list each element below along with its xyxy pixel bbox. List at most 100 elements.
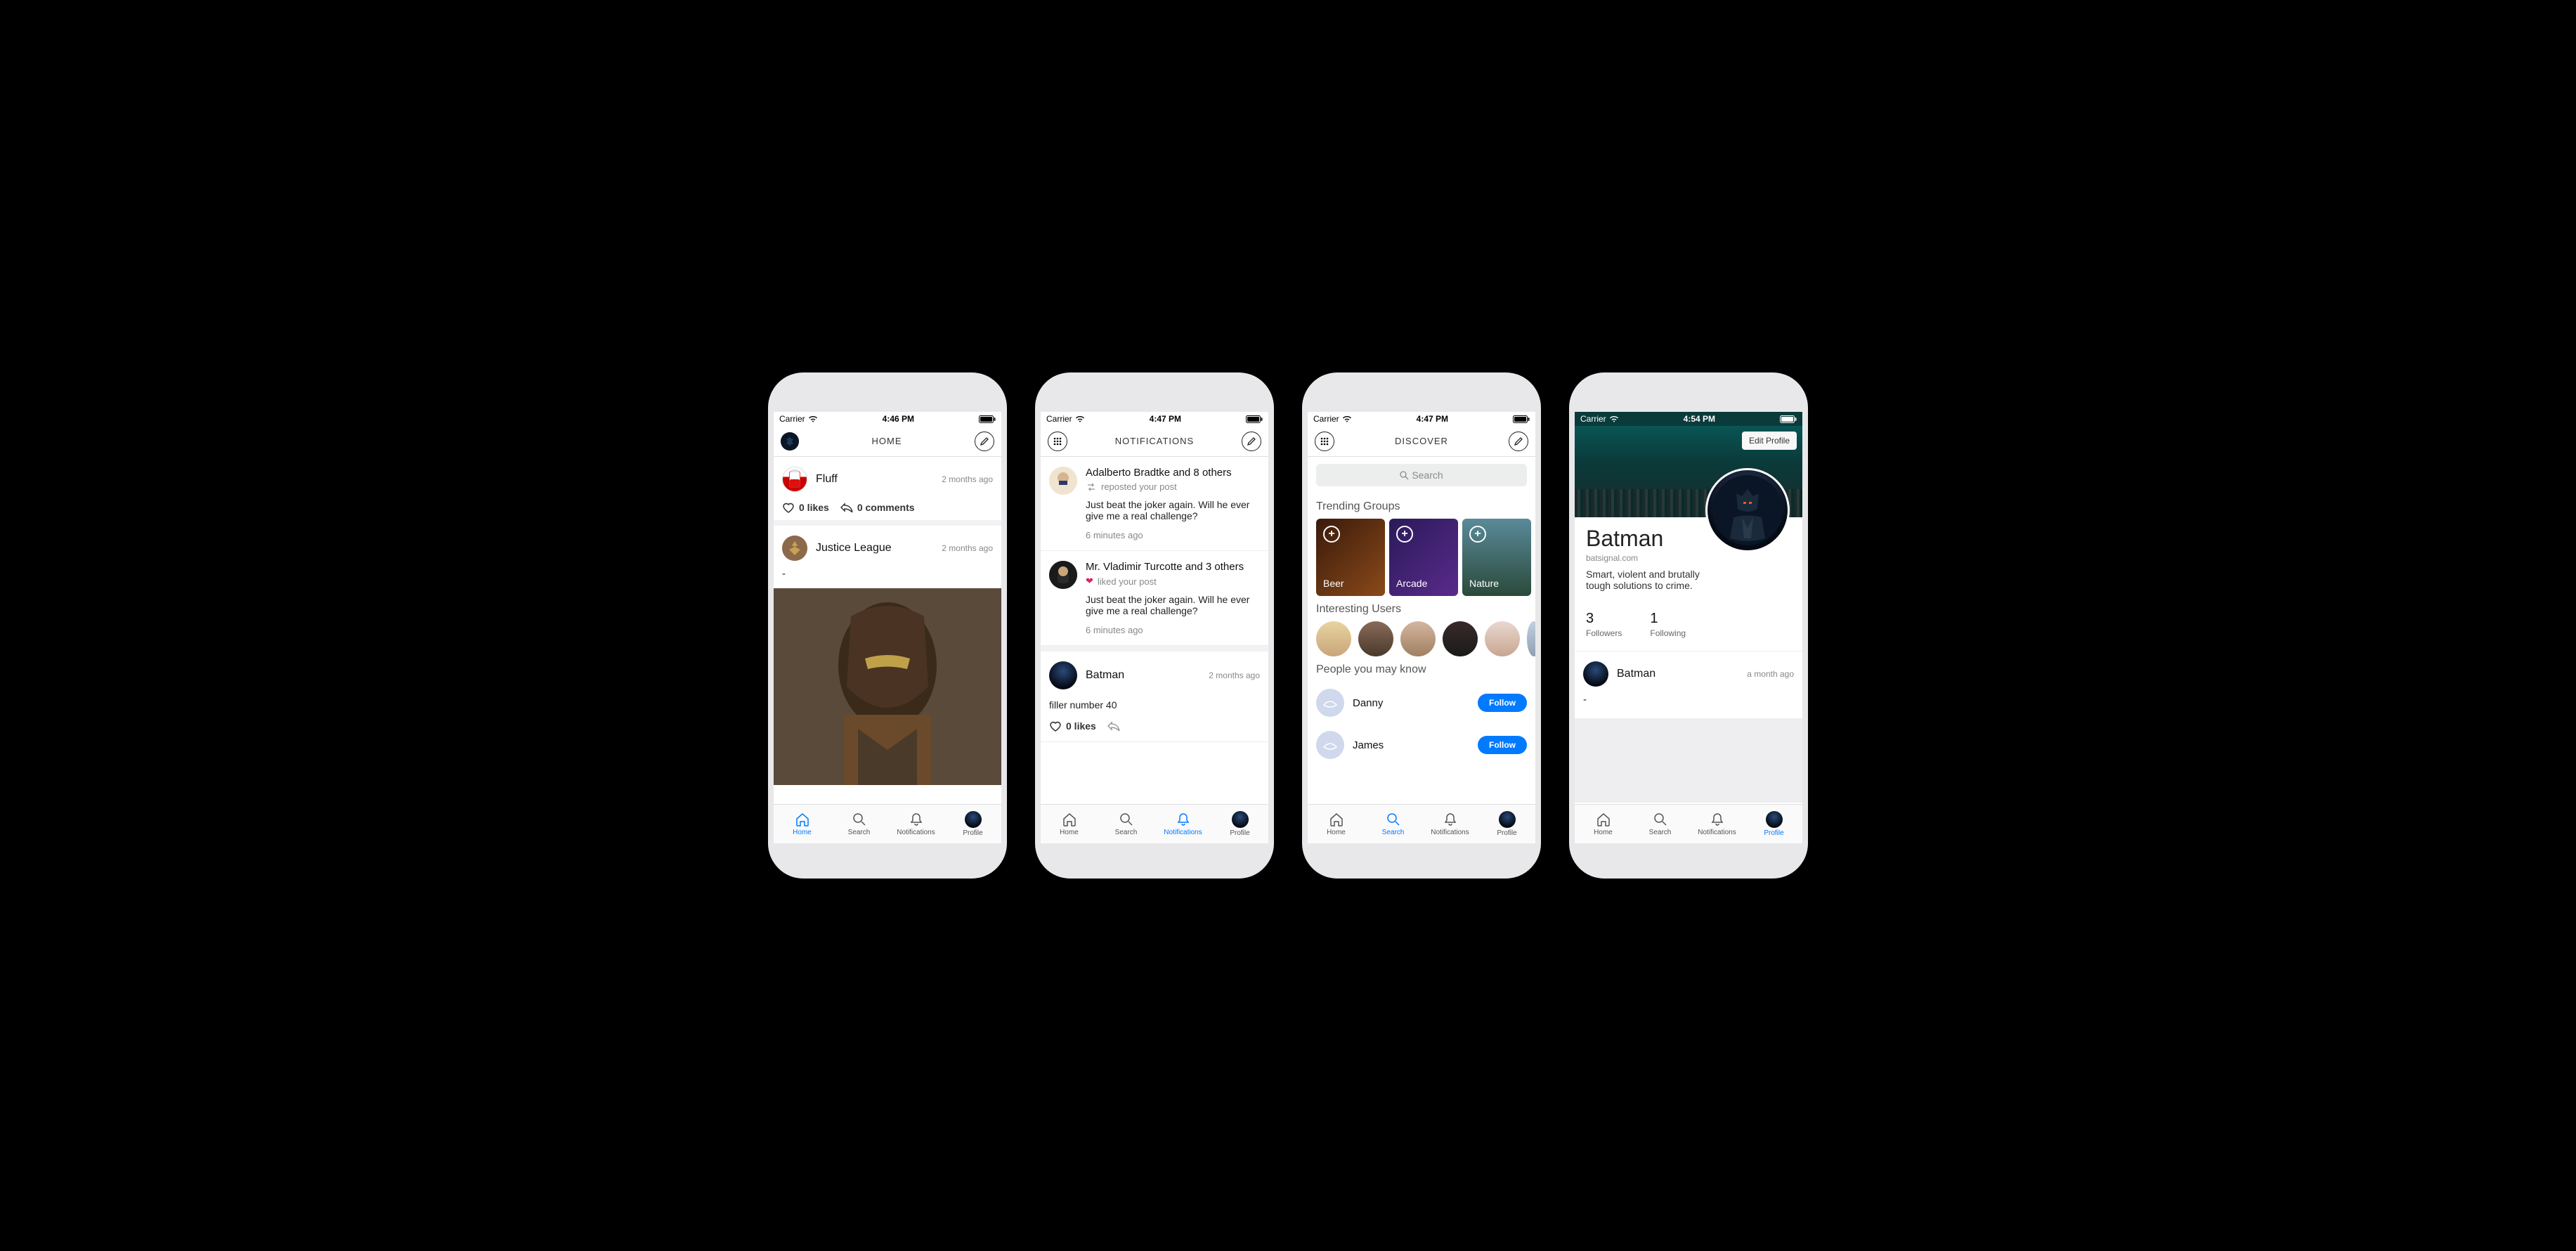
following-stat[interactable]: 1 Following	[1650, 611, 1686, 638]
avatar[interactable]	[1049, 467, 1077, 495]
followers-stat[interactable]: 3 Followers	[1586, 611, 1622, 638]
phone-profile: Carrier 4:54 PM Edit Profile	[1569, 372, 1808, 879]
trending-groups-row[interactable]: + Beer + Arcade + Nature	[1308, 519, 1535, 596]
user-avatar[interactable]	[1358, 621, 1393, 656]
follow-button[interactable]: Follow	[1478, 736, 1527, 754]
post-timestamp: 2 months ago	[942, 543, 993, 553]
plus-icon[interactable]: +	[1469, 526, 1486, 543]
feed-post[interactable]: Batman 2 months ago filler number 40 0 l…	[1041, 646, 1268, 742]
home-icon	[1595, 812, 1612, 827]
my-avatar-button[interactable]	[781, 432, 799, 451]
avatar[interactable]	[1049, 661, 1077, 689]
group-card-arcade[interactable]: + Arcade	[1389, 519, 1458, 596]
tab-notifications[interactable]: Notifications	[1154, 805, 1211, 843]
tab-label: Home	[1327, 829, 1346, 836]
reply-icon	[1107, 721, 1120, 731]
avatar[interactable]	[782, 467, 807, 492]
suggestion-row: James Follow	[1308, 724, 1535, 766]
group-card-beer[interactable]: + Beer	[1316, 519, 1385, 596]
tab-label: Notifications	[1698, 829, 1736, 836]
tab-profile[interactable]: Profile	[1478, 805, 1535, 843]
profile-avatar[interactable]	[1705, 468, 1790, 552]
group-name: Beer	[1323, 578, 1378, 589]
battery-icon	[1246, 415, 1263, 423]
bell-icon	[1709, 812, 1726, 827]
tab-bar: Home Search Notifications Profile	[1041, 804, 1268, 843]
search-icon	[1385, 812, 1402, 827]
clock: 4:46 PM	[883, 414, 914, 424]
tab-search[interactable]: Search	[831, 805, 887, 843]
tab-profile[interactable]: Profile	[1745, 805, 1802, 843]
wifi-icon	[1075, 415, 1085, 422]
notification-text: Just beat the joker again. Will he ever …	[1086, 499, 1260, 521]
avatar[interactable]	[1583, 661, 1608, 687]
profile-feed: Batman a month ago -	[1575, 651, 1802, 713]
battery-icon	[1780, 415, 1797, 423]
tab-home[interactable]: Home	[1041, 805, 1098, 843]
empty-placeholder	[1575, 718, 1802, 803]
tab-search[interactable]: Search	[1098, 805, 1154, 843]
people-you-may-know-title: People you may know	[1308, 656, 1535, 682]
user-avatar[interactable]	[1485, 621, 1520, 656]
feed-post[interactable]: Justice League 2 months ago -	[774, 526, 1001, 784]
interesting-users-title: Interesting Users	[1308, 596, 1535, 621]
plus-icon[interactable]: +	[1396, 526, 1413, 543]
tab-search[interactable]: Search	[1365, 805, 1422, 843]
tab-bar: Home Search Notifications Profile	[1575, 804, 1802, 843]
avatar[interactable]	[782, 536, 807, 561]
tab-label: Notifications	[1431, 829, 1469, 836]
feed-post[interactable]: Fluff 2 months ago 0 likes 0 comments	[774, 457, 1001, 526]
comments-count: 0 comments	[857, 502, 915, 513]
tab-notifications[interactable]: Notifications	[887, 805, 944, 843]
search-input[interactable]: Search	[1316, 464, 1527, 486]
wifi-icon	[1609, 415, 1619, 422]
follow-button[interactable]: Follow	[1478, 694, 1527, 712]
compose-button[interactable]	[1242, 432, 1261, 451]
profile-avatar-icon	[1232, 811, 1249, 828]
plus-icon[interactable]: +	[1323, 526, 1340, 543]
like-button[interactable]: 0 likes	[782, 502, 829, 513]
post-image[interactable]	[774, 588, 1001, 785]
user-avatar[interactable]	[1527, 621, 1535, 656]
tab-home[interactable]: Home	[774, 805, 831, 843]
tab-home[interactable]: Home	[1575, 805, 1632, 843]
tab-search[interactable]: Search	[1632, 805, 1689, 843]
tab-home[interactable]: Home	[1308, 805, 1365, 843]
feed-grid-button[interactable]	[1315, 432, 1334, 451]
heart-icon	[1049, 720, 1062, 732]
interesting-users-row[interactable]	[1308, 621, 1535, 656]
nav-header: DISCOVER	[1308, 426, 1535, 457]
status-bar: Carrier 4:47 PM	[1308, 412, 1535, 426]
feed: Fluff 2 months ago 0 likes 0 comments	[774, 457, 1001, 804]
notification-item[interactable]: Adalberto Bradtke and 8 others reposted …	[1041, 457, 1268, 551]
comment-button[interactable]: 0 comments	[840, 502, 915, 513]
tab-notifications[interactable]: Notifications	[1689, 805, 1745, 843]
feed-post[interactable]: Batman a month ago -	[1575, 652, 1802, 713]
compose-button[interactable]	[975, 432, 994, 451]
group-card-nature[interactable]: + Nature	[1462, 519, 1531, 596]
tab-label: Profile	[1230, 829, 1249, 837]
phone-notifications: Carrier 4:47 PM NOTIFICATIONS Adalberto …	[1035, 372, 1274, 879]
avatar[interactable]	[1049, 561, 1077, 589]
edit-profile-button[interactable]: Edit Profile	[1742, 432, 1797, 450]
carrier-label: Carrier	[1313, 414, 1339, 424]
profile-website[interactable]: batsignal.com	[1586, 553, 1791, 563]
notification-item[interactable]: Mr. Vladimir Turcotte and 3 others ❤ lik…	[1041, 551, 1268, 646]
clock: 4:54 PM	[1684, 414, 1715, 424]
avatar[interactable]	[1316, 689, 1344, 717]
post-timestamp: 2 months ago	[942, 474, 993, 484]
tab-notifications[interactable]: Notifications	[1422, 805, 1478, 843]
user-avatar[interactable]	[1400, 621, 1436, 656]
search-icon	[1118, 812, 1135, 827]
tab-profile[interactable]: Profile	[944, 805, 1001, 843]
status-bar: Carrier 4:54 PM	[1575, 412, 1802, 426]
user-avatar[interactable]	[1443, 621, 1478, 656]
share-button[interactable]	[1107, 721, 1120, 731]
feed-grid-button[interactable]	[1048, 432, 1067, 451]
tab-profile[interactable]: Profile	[1211, 805, 1268, 843]
user-avatar[interactable]	[1316, 621, 1351, 656]
avatar[interactable]	[1316, 731, 1344, 759]
bell-icon	[1442, 812, 1459, 827]
like-button[interactable]: 0 likes	[1049, 720, 1096, 732]
compose-button[interactable]	[1509, 432, 1528, 451]
